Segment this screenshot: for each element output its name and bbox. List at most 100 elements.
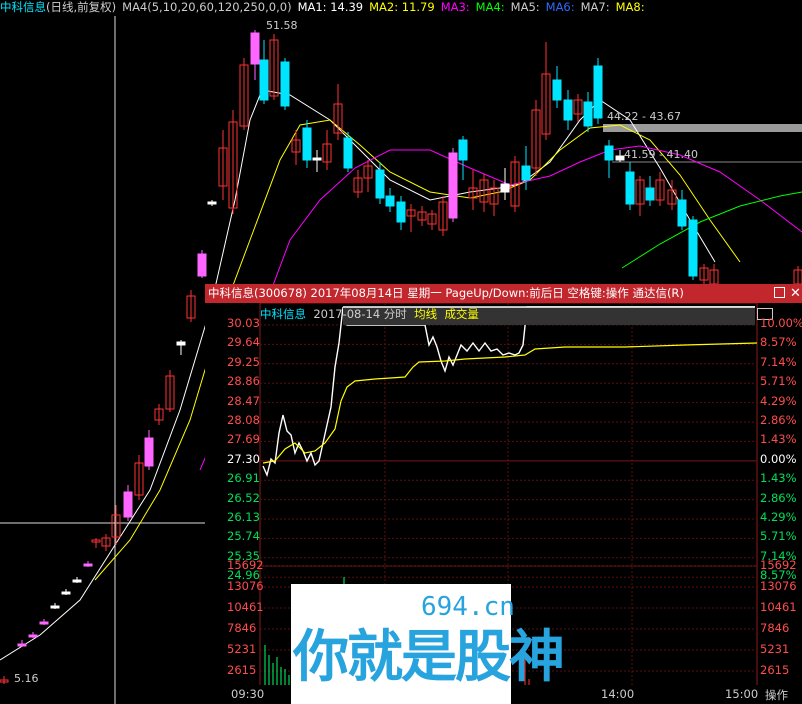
percent-tick-label: 10.00% xyxy=(760,316,802,330)
candle xyxy=(363,160,373,192)
close-icon[interactable]: ✕ xyxy=(790,284,801,303)
percent-tick-label: 4.29% xyxy=(760,510,797,524)
legend-avg: 均线 xyxy=(414,307,438,321)
candle xyxy=(322,130,332,170)
candle xyxy=(83,561,93,567)
candle xyxy=(593,58,603,124)
candle xyxy=(552,66,562,108)
candle xyxy=(385,188,395,212)
candle xyxy=(604,140,614,178)
intraday-popup-window[interactable]: 中科信息(300678) 2017年08月14日 星期一 PageUp/Down… xyxy=(205,284,802,704)
candle xyxy=(573,94,583,122)
time-label-close: 15:00 xyxy=(725,687,759,701)
ma8-value: MA8: xyxy=(615,0,645,14)
stock-name[interactable]: 中科信息 xyxy=(0,0,46,14)
percent-tick-label: 1.43% xyxy=(760,471,797,486)
ma5-value: MA5: xyxy=(510,0,540,14)
candle xyxy=(468,170,478,210)
volume-tick-label-right: 2615 xyxy=(760,663,790,677)
percent-tick-label: 4.29% xyxy=(760,393,797,408)
candle xyxy=(406,204,416,232)
candle xyxy=(583,92,593,132)
percent-tick-label: 8.57% xyxy=(760,335,797,350)
candle xyxy=(448,148,458,222)
price-tick-label: 28.08 xyxy=(227,413,260,427)
watermark-logo: 694.cn 你就是股神 xyxy=(291,584,565,704)
watermark-text: 你就是股神 xyxy=(293,625,565,690)
candle xyxy=(186,290,196,322)
candle xyxy=(0,676,9,684)
candle xyxy=(17,640,27,647)
percent-tick-label: 2.86% xyxy=(760,490,797,505)
time-label-open: 09:30 xyxy=(231,687,265,701)
popup-title-bar[interactable]: 中科信息(300678) 2017年08月14日 星期一 PageUp/Down… xyxy=(205,284,802,303)
price-tick-label: 25.74 xyxy=(227,529,260,544)
candle xyxy=(218,130,228,200)
percent-tick-label: 1.43% xyxy=(760,432,797,447)
price-tick-label: 26.13 xyxy=(227,510,260,524)
candle xyxy=(531,100,541,176)
legend-date: 2017-08-14 分时 xyxy=(313,307,407,321)
candle xyxy=(207,200,217,206)
candle xyxy=(291,130,301,165)
price-tick-label: 29.64 xyxy=(227,335,260,350)
intraday-legend: 中科信息 2017-08-14 分时 均线 成交量 xyxy=(260,306,479,322)
candle xyxy=(101,534,111,551)
ma2-value: MA2: 11.79 xyxy=(369,0,435,14)
operate-button[interactable]: 操作 xyxy=(765,687,788,703)
candle xyxy=(176,340,186,355)
legend-volume: 成交量 xyxy=(444,307,479,321)
legend-name: 中科信息 xyxy=(260,307,306,321)
candle xyxy=(458,136,468,180)
percent-tick-label: 5.71% xyxy=(760,374,797,389)
percent-tick-label: 0.00% xyxy=(760,451,797,466)
candle xyxy=(61,589,71,595)
price-tick-label: 26.52 xyxy=(227,490,260,505)
candle xyxy=(280,58,290,110)
volume-tick-label: 7846 xyxy=(227,621,257,635)
candle xyxy=(302,120,312,168)
ma4-value: MA4: xyxy=(475,0,505,14)
candle xyxy=(489,180,499,216)
candle xyxy=(39,619,49,625)
candle xyxy=(165,370,175,412)
price-tick-label: 26.91 xyxy=(227,471,260,486)
candle xyxy=(479,174,489,212)
percent-tick-label: 7.14% xyxy=(760,354,797,369)
volume-tick-label: 15692 xyxy=(227,558,264,572)
candle xyxy=(396,196,406,230)
candle xyxy=(197,250,207,278)
chart-mode: (日线,前复权) xyxy=(46,0,117,14)
candle xyxy=(28,632,38,638)
volume-tick-label-right: 5231 xyxy=(760,642,790,656)
candle xyxy=(343,132,353,172)
candle xyxy=(625,162,635,210)
candle xyxy=(500,168,510,200)
candle xyxy=(699,264,709,284)
candle xyxy=(417,206,427,226)
candle xyxy=(541,42,551,140)
price-low-label: 5.16 xyxy=(14,672,39,685)
indicator-header: 中科信息(日线,前复权) MA4(5,10,20,60,120,250,0,0) M… xyxy=(0,0,802,16)
maximize-icon[interactable] xyxy=(774,287,785,298)
candle xyxy=(144,430,154,470)
ma1-value: MA1: 14.39 xyxy=(297,0,364,14)
volume-tick-label-right: 13076 xyxy=(760,579,797,593)
candle xyxy=(91,538,101,548)
volume-tick-label: 10461 xyxy=(227,600,264,614)
candle xyxy=(427,210,437,230)
percent-tick-label: 2.86% xyxy=(760,413,797,427)
candle xyxy=(72,577,82,583)
price-tick-label: 27.30 xyxy=(227,451,260,466)
price-tick-label: 29.25 xyxy=(227,354,260,369)
candle xyxy=(563,90,573,130)
candle xyxy=(677,190,687,230)
candle xyxy=(259,40,269,104)
candle xyxy=(123,485,133,521)
candle xyxy=(375,162,385,204)
intraday-price-line xyxy=(262,306,755,478)
ma7-value: MA7: xyxy=(580,0,610,14)
price-high-label: 51.58 xyxy=(266,19,298,32)
candle xyxy=(438,196,448,236)
candle xyxy=(250,30,260,80)
